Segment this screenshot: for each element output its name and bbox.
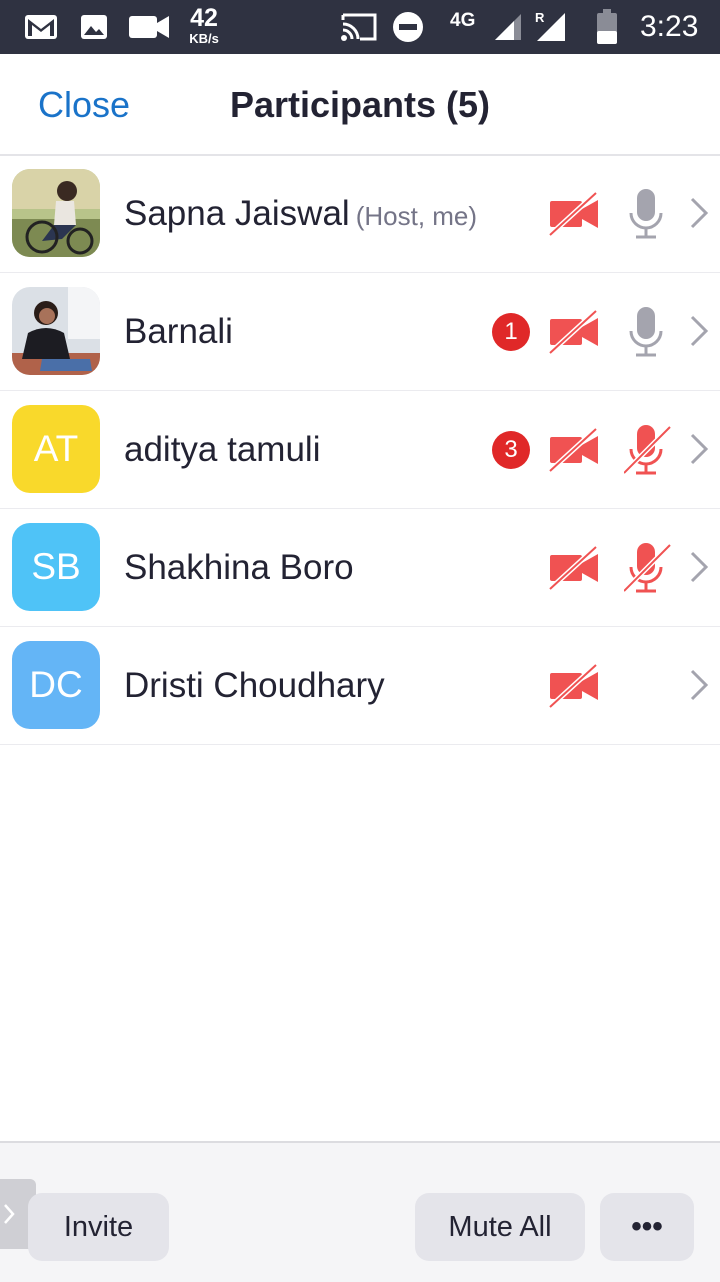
- participant-row[interactable]: Sapna Jaiswal (Host, me): [0, 155, 720, 273]
- status-bar: 42 KB/s 4G R 3:23: [0, 0, 720, 54]
- video-off-icon: [548, 427, 600, 478]
- participant-name-text: aditya tamuli: [124, 430, 321, 469]
- gmail-icon: [24, 0, 58, 54]
- participant-row[interactable]: AT aditya tamuli 3: [0, 391, 720, 509]
- mute-all-button[interactable]: Mute All: [415, 1193, 585, 1261]
- participant-row[interactable]: SB Shakhina Boro: [0, 509, 720, 627]
- battery-icon: [596, 0, 618, 54]
- invite-button[interactable]: Invite: [28, 1193, 169, 1261]
- avatar: [12, 287, 100, 375]
- mic-muted-icon: [622, 423, 674, 482]
- participant-name: Shakhina Boro: [124, 509, 354, 626]
- mic-muted-icon: [622, 541, 674, 600]
- participant-name: Dristi Choudhary: [124, 627, 385, 744]
- participant-row[interactable]: DC Dristi Choudhary: [0, 627, 720, 745]
- chevron-right-icon[interactable]: [688, 431, 710, 472]
- avatar: SB: [12, 523, 100, 611]
- participants-header: Close Participants (5): [0, 54, 720, 156]
- video-off-icon: [548, 191, 600, 242]
- participant-name-text: Barnali: [124, 312, 233, 351]
- chevron-right-icon[interactable]: [688, 549, 710, 590]
- mic-on-icon: [624, 187, 668, 246]
- clock: 3:23: [640, 10, 699, 43]
- participant-name-text: Sapna Jaiswal: [124, 194, 350, 233]
- image-icon: [80, 0, 108, 54]
- footer-toolbar: Invite Mute All •••: [0, 1141, 720, 1282]
- participant-name-text: Shakhina Boro: [124, 548, 354, 587]
- participant-role: (Host, me): [355, 201, 478, 231]
- cast-icon: [340, 0, 378, 54]
- participant-name: Sapna Jaiswal (Host, me): [124, 155, 477, 272]
- avatar: [12, 169, 100, 257]
- participant-list: Sapna Jaiswal (Host, me) Barnali 1 AT ad…: [0, 155, 720, 745]
- participant-row[interactable]: Barnali 1: [0, 273, 720, 391]
- dnd-icon: [392, 0, 424, 54]
- participant-name: Barnali: [124, 273, 233, 390]
- chevron-right-icon[interactable]: [688, 195, 710, 236]
- unread-chat-badge: 1: [492, 313, 530, 351]
- unread-chat-badge: 3: [492, 431, 530, 469]
- video-off-icon: [548, 545, 600, 596]
- more-button[interactable]: •••: [600, 1193, 694, 1261]
- net-speed-unit: KB/s: [189, 31, 219, 46]
- chevron-right-icon[interactable]: [688, 667, 710, 708]
- chevron-right-icon[interactable]: [688, 313, 710, 354]
- net-speed: 42 KB/s: [182, 4, 226, 46]
- participant-name: aditya tamuli: [124, 391, 320, 508]
- network-type: 4G: [450, 10, 476, 31]
- avatar: AT: [12, 405, 100, 493]
- mic-on-icon: [624, 305, 668, 364]
- participant-name-text: Dristi Choudhary: [124, 666, 385, 705]
- video-off-icon: [548, 663, 600, 714]
- signal-roaming-icon: [536, 0, 566, 54]
- video-icon: [128, 0, 170, 54]
- signal-icon: [494, 0, 522, 54]
- page-title: Participants (5): [229, 84, 491, 125]
- avatar: DC: [12, 641, 100, 729]
- net-speed-value: 42: [190, 4, 218, 32]
- video-off-icon: [548, 309, 600, 360]
